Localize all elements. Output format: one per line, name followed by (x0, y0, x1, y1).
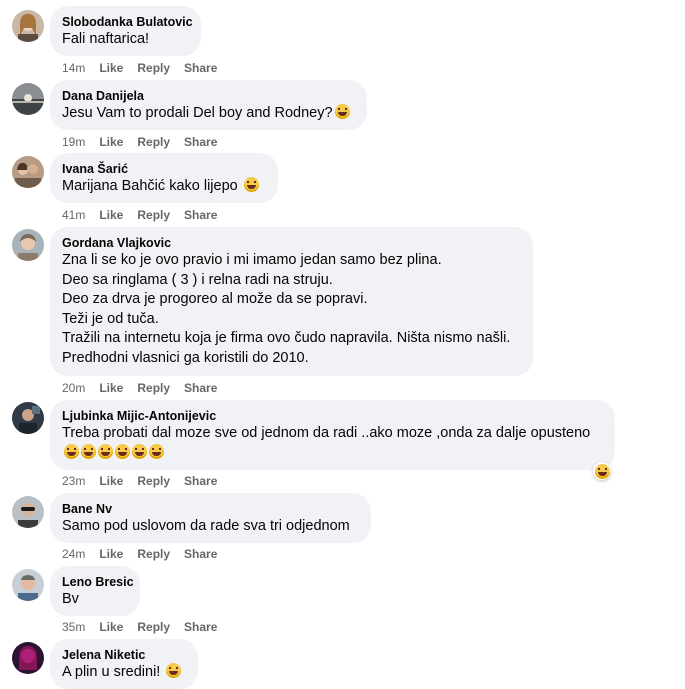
comment-bubble: Bane Nv Samo pod uslovom da rade sva tri… (50, 493, 371, 543)
share-button[interactable]: Share (184, 380, 217, 396)
comment-time[interactable]: 35m (62, 619, 85, 635)
avatar[interactable] (12, 156, 44, 188)
rofl-emoji-icon (81, 443, 96, 459)
avatar[interactable] (12, 402, 44, 434)
comment-actions: 20m Like Reply Share (62, 380, 231, 396)
share-button[interactable]: Share (184, 60, 217, 76)
comment-author[interactable]: Slobodanka Bulatovic (62, 14, 193, 30)
reply-button[interactable]: Reply (137, 546, 170, 562)
grinning-emoji-icon (243, 177, 259, 192)
rofl-emoji-icon (98, 443, 113, 459)
comment-actions: 41m Like Reply Share (62, 207, 231, 223)
comment-author[interactable]: Ivana Šarić (62, 161, 266, 177)
comment-actions: 23m Like Reply Share (62, 473, 231, 489)
rofl-emoji-icon (64, 443, 79, 459)
reply-button[interactable]: Reply (137, 473, 170, 489)
comment-text-line: Deo sa ringlama ( 3 ) i relna radi na st… (62, 271, 333, 288)
avatar[interactable] (12, 642, 44, 674)
like-button[interactable]: Like (99, 473, 123, 489)
comment-actions: 14m Like Reply Share (62, 60, 231, 76)
avatar[interactable] (12, 83, 44, 115)
comment-time[interactable]: 24m (62, 546, 85, 562)
comment-time[interactable]: 41m (62, 207, 85, 223)
comment-text-line: Jesu Vam to prodali Del boy and Rodney? (62, 105, 333, 121)
comment-bubble: Jelena Niketic A plin u sredini! (50, 639, 198, 689)
like-button[interactable]: Like (99, 60, 123, 76)
reply-button[interactable]: Reply (137, 619, 170, 635)
like-button[interactable]: Like (99, 207, 123, 223)
avatar[interactable] (12, 569, 44, 601)
comment-time[interactable]: 23m (62, 473, 85, 489)
share-button[interactable]: Share (184, 134, 217, 150)
rofl-emoji-icon (132, 443, 147, 459)
comment-author[interactable]: Leno Bresic (62, 574, 134, 590)
laughing-emoji-icon (334, 104, 350, 119)
share-button[interactable]: Share (184, 473, 217, 489)
comment-bubble: Slobodanka Bulatovic Fali naftarica! (50, 6, 201, 56)
comment-author[interactable]: Ljubinka Mijic-Antonijevic (62, 408, 603, 424)
comment-text: Jesu Vam to prodali Del boy and Rodney? (62, 104, 355, 124)
grinning-emoji-icon (166, 663, 182, 678)
haha-reaction-icon (594, 463, 610, 479)
avatar[interactable] (12, 496, 44, 528)
comment-text: Marijana Bahčić kako lijepo (62, 177, 266, 197)
comment-time[interactable]: 14m (62, 60, 85, 76)
comment-actions: 35m Like Reply Share (62, 619, 231, 635)
comment-time[interactable]: 20m (62, 380, 85, 396)
comment-text-line: kako lijepo (165, 178, 242, 194)
comment-actions: 24m Like Reply Share (62, 546, 231, 562)
comment-bubble: Dana Danijela Jesu Vam to prodali Del bo… (50, 80, 367, 130)
like-button[interactable]: Like (99, 546, 123, 562)
comment-text: Bv (62, 591, 79, 607)
reply-button[interactable]: Reply (137, 207, 170, 223)
comment-text: A plin u sredini! (62, 663, 186, 683)
comment-author[interactable]: Bane Nv (62, 501, 359, 517)
share-button[interactable]: Share (184, 207, 217, 223)
rofl-emoji-icon (115, 443, 130, 459)
comment-time[interactable]: 19m (62, 134, 85, 150)
comment-text-line (62, 443, 603, 464)
comment-text: Fali naftarica! (62, 31, 150, 47)
comment-bubble: Ljubinka Mijic-Antonijevic Treba probati… (50, 400, 615, 470)
like-button[interactable]: Like (99, 134, 123, 150)
share-button[interactable]: Share (184, 619, 217, 635)
comment-text-line: A plin u sredini! (62, 664, 165, 680)
like-button[interactable]: Like (99, 380, 123, 396)
mention-link[interactable]: Marijana Bahčić (62, 178, 165, 194)
reply-button[interactable]: Reply (137, 60, 170, 76)
comment-text-line: Tražili na internetu koja je firma ovo č… (62, 330, 511, 346)
share-button[interactable]: Share (184, 546, 217, 562)
comment-text-line: Predhodni vlasnici ga koristili do 2010. (62, 349, 309, 366)
comment-text-line: Treba probati dal moze sve od jednom da … (62, 425, 591, 441)
comment-bubble: Ivana Šarić Marijana Bahčić kako lijepo (50, 153, 278, 203)
reaction-badge[interactable] (593, 462, 611, 480)
comment-bubble: Leno Bresic Bv (50, 566, 140, 616)
rofl-emoji-icon (149, 443, 164, 459)
like-button[interactable]: Like (99, 619, 123, 635)
reply-button[interactable]: Reply (137, 134, 170, 150)
reply-button[interactable]: Reply (137, 380, 170, 396)
comment-bubble: Gordana Vlajkovic Zna li se ko je ovo pr… (50, 227, 533, 376)
comment-text-line: Zna li se ko je ovo pravio i mi imamo je… (62, 252, 442, 268)
comment-author[interactable]: Gordana Vlajkovic (62, 235, 521, 251)
avatar[interactable] (12, 229, 44, 261)
comment-actions: 19m Like Reply Share (62, 134, 231, 150)
comment-text-line: Deo za drva je progoreo al može da se po… (62, 291, 368, 307)
avatar[interactable] (12, 10, 44, 42)
comment-author[interactable]: Jelena Niketic (62, 647, 186, 663)
comment-text: Samo pod uslovom da rade sva tri odjedno… (62, 518, 350, 534)
comment-text-line: Teži je od tuča. (62, 310, 159, 327)
comment-author[interactable]: Dana Danijela (62, 88, 355, 104)
